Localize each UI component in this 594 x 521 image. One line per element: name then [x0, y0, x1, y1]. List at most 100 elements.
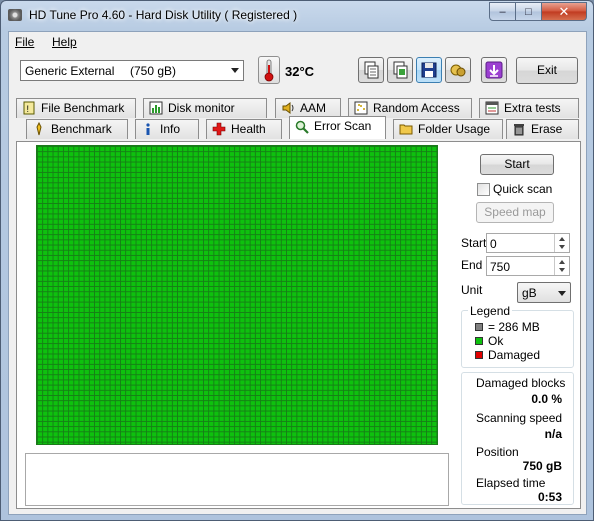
- tab-random-access[interactable]: Random Access: [348, 98, 472, 118]
- ok-label: Ok: [488, 334, 504, 348]
- start-spinner[interactable]: [554, 234, 569, 252]
- end-position-label: End: [461, 258, 483, 272]
- error-scan-panel: Start Quick scan Speed map Start 0 End 7…: [16, 141, 581, 509]
- tab-erase-label: Erase: [531, 122, 563, 136]
- error-scan-block-grid: [36, 145, 438, 445]
- spin-up-icon: [559, 237, 565, 241]
- benchmark-icon: [36, 122, 42, 136]
- end-position-input[interactable]: 750: [486, 256, 570, 276]
- scanning-speed-label: Scanning speed: [476, 411, 563, 425]
- tab-folder-usage-label: Folder Usage: [418, 122, 491, 136]
- tab-random-access-label: Random Access: [373, 101, 460, 115]
- elapsed-time-label: Elapsed time: [476, 476, 546, 490]
- info-icon: [146, 123, 150, 135]
- unit-value: gB: [522, 286, 537, 300]
- tab-info[interactable]: Info: [135, 119, 199, 139]
- client-area: File Help Generic External (750 gB) 32°C: [8, 31, 587, 515]
- unit-select[interactable]: gB: [517, 282, 571, 303]
- save-icon: [421, 62, 437, 78]
- ok-swatch: [475, 337, 483, 345]
- tab-disk-monitor[interactable]: Disk monitor: [143, 98, 267, 118]
- tab-error-scan[interactable]: Error Scan: [289, 116, 386, 139]
- spin-down-icon: [559, 245, 565, 249]
- drive-name: Generic External: [25, 64, 115, 78]
- spin-down-icon: [559, 268, 565, 272]
- position-label: Position: [476, 445, 519, 459]
- tab-health[interactable]: Health: [206, 119, 282, 139]
- elapsed-time-value: 0:53: [537, 490, 562, 504]
- app-disk-icon: [8, 9, 22, 21]
- tab-health-label: Health: [231, 122, 266, 136]
- menu-help-label: Help: [52, 35, 77, 49]
- scan-log-box[interactable]: [25, 453, 449, 506]
- tab-file-benchmark-label: File Benchmark: [41, 101, 125, 115]
- start-position-label: Start: [461, 236, 487, 250]
- magnifier-icon: [295, 120, 309, 134]
- close-button[interactable]: ✕: [541, 2, 587, 21]
- drive-select[interactable]: Generic External (750 gB): [20, 60, 244, 81]
- app-window: HD Tune Pro 4.60 - Hard Disk Utility ( R…: [0, 0, 594, 521]
- scanning-speed-value: n/a: [544, 427, 562, 441]
- svg-text:!: !: [27, 104, 30, 114]
- menu-file-label: File: [15, 35, 35, 49]
- start-scan-button[interactable]: Start: [480, 154, 554, 175]
- tab-aam-label: AAM: [300, 101, 327, 115]
- tab-folder-usage[interactable]: Folder Usage: [393, 119, 503, 139]
- random-access-icon: [354, 101, 368, 115]
- unit-label: Unit: [461, 283, 483, 297]
- tab-benchmark-label: Benchmark: [51, 122, 112, 136]
- file-benchmark-icon: !: [23, 101, 35, 115]
- tab-extra-tests[interactable]: Extra tests: [479, 98, 579, 118]
- tab-aam[interactable]: AAM: [275, 98, 341, 118]
- window-title: HD Tune Pro 4.60 - Hard Disk Utility ( R…: [29, 8, 298, 22]
- exit-button[interactable]: Exit: [516, 57, 578, 84]
- folder-icon: [399, 124, 413, 135]
- minimize-button[interactable]: –: [489, 2, 516, 21]
- speaker-icon: [282, 102, 294, 114]
- end-spinner[interactable]: [554, 257, 569, 275]
- tab-file-benchmark[interactable]: ! File Benchmark: [16, 98, 136, 118]
- tab-info-label: Info: [160, 122, 181, 136]
- chevron-down-icon: [558, 291, 566, 296]
- damaged-label: Damaged: [488, 348, 541, 362]
- copy-text-icon: [393, 61, 408, 79]
- drive-capacity: (750 gB): [130, 64, 177, 78]
- tab-extra-tests-label: Extra tests: [504, 101, 561, 115]
- disk-monitor-icon: [149, 101, 163, 115]
- quick-scan-checkbox[interactable]: [477, 183, 490, 196]
- start-position-value: 0: [490, 237, 497, 251]
- save-button[interactable]: [416, 57, 442, 83]
- block-size-label: = 286 MB: [488, 320, 540, 334]
- speed-map-button[interactable]: Speed map: [476, 202, 554, 223]
- block-swatch: [475, 323, 483, 331]
- tab-benchmark[interactable]: Benchmark: [26, 119, 128, 139]
- copy-text-button[interactable]: [387, 57, 413, 83]
- menu-bar: File Help: [9, 32, 586, 52]
- damaged-blocks-label: Damaged blocks: [476, 376, 566, 390]
- damaged-swatch: [475, 351, 483, 359]
- screenshot-icon: [450, 64, 466, 77]
- legend-title: Legend: [468, 304, 513, 318]
- menu-help[interactable]: Help: [52, 35, 77, 49]
- health-icon: [212, 122, 226, 136]
- copy-button[interactable]: [358, 57, 384, 83]
- copy-icon: [364, 61, 379, 79]
- tab-disk-monitor-label: Disk monitor: [168, 101, 235, 115]
- tab-error-scan-label: Error Scan: [314, 119, 372, 133]
- chevron-down-icon: [231, 68, 239, 73]
- trash-icon: [514, 124, 524, 136]
- maximize-button[interactable]: □: [515, 2, 542, 21]
- menu-file[interactable]: File: [15, 35, 34, 49]
- download-button[interactable]: [481, 57, 507, 83]
- end-position-value: 750: [490, 260, 511, 274]
- extra-tests-icon: [485, 101, 499, 115]
- damaged-blocks-value: 0.0 %: [531, 392, 562, 406]
- position-value: 750 gB: [522, 459, 562, 473]
- tab-erase[interactable]: Erase: [506, 119, 579, 139]
- temperature-readout: 32°C: [285, 64, 315, 79]
- quick-scan-label: Quick scan: [493, 182, 553, 196]
- screenshot-button[interactable]: [445, 57, 471, 83]
- start-position-input[interactable]: 0: [486, 233, 570, 253]
- title-bar[interactable]: HD Tune Pro 4.60 - Hard Disk Utility ( R…: [1, 1, 593, 31]
- thermometer-icon: [258, 56, 280, 84]
